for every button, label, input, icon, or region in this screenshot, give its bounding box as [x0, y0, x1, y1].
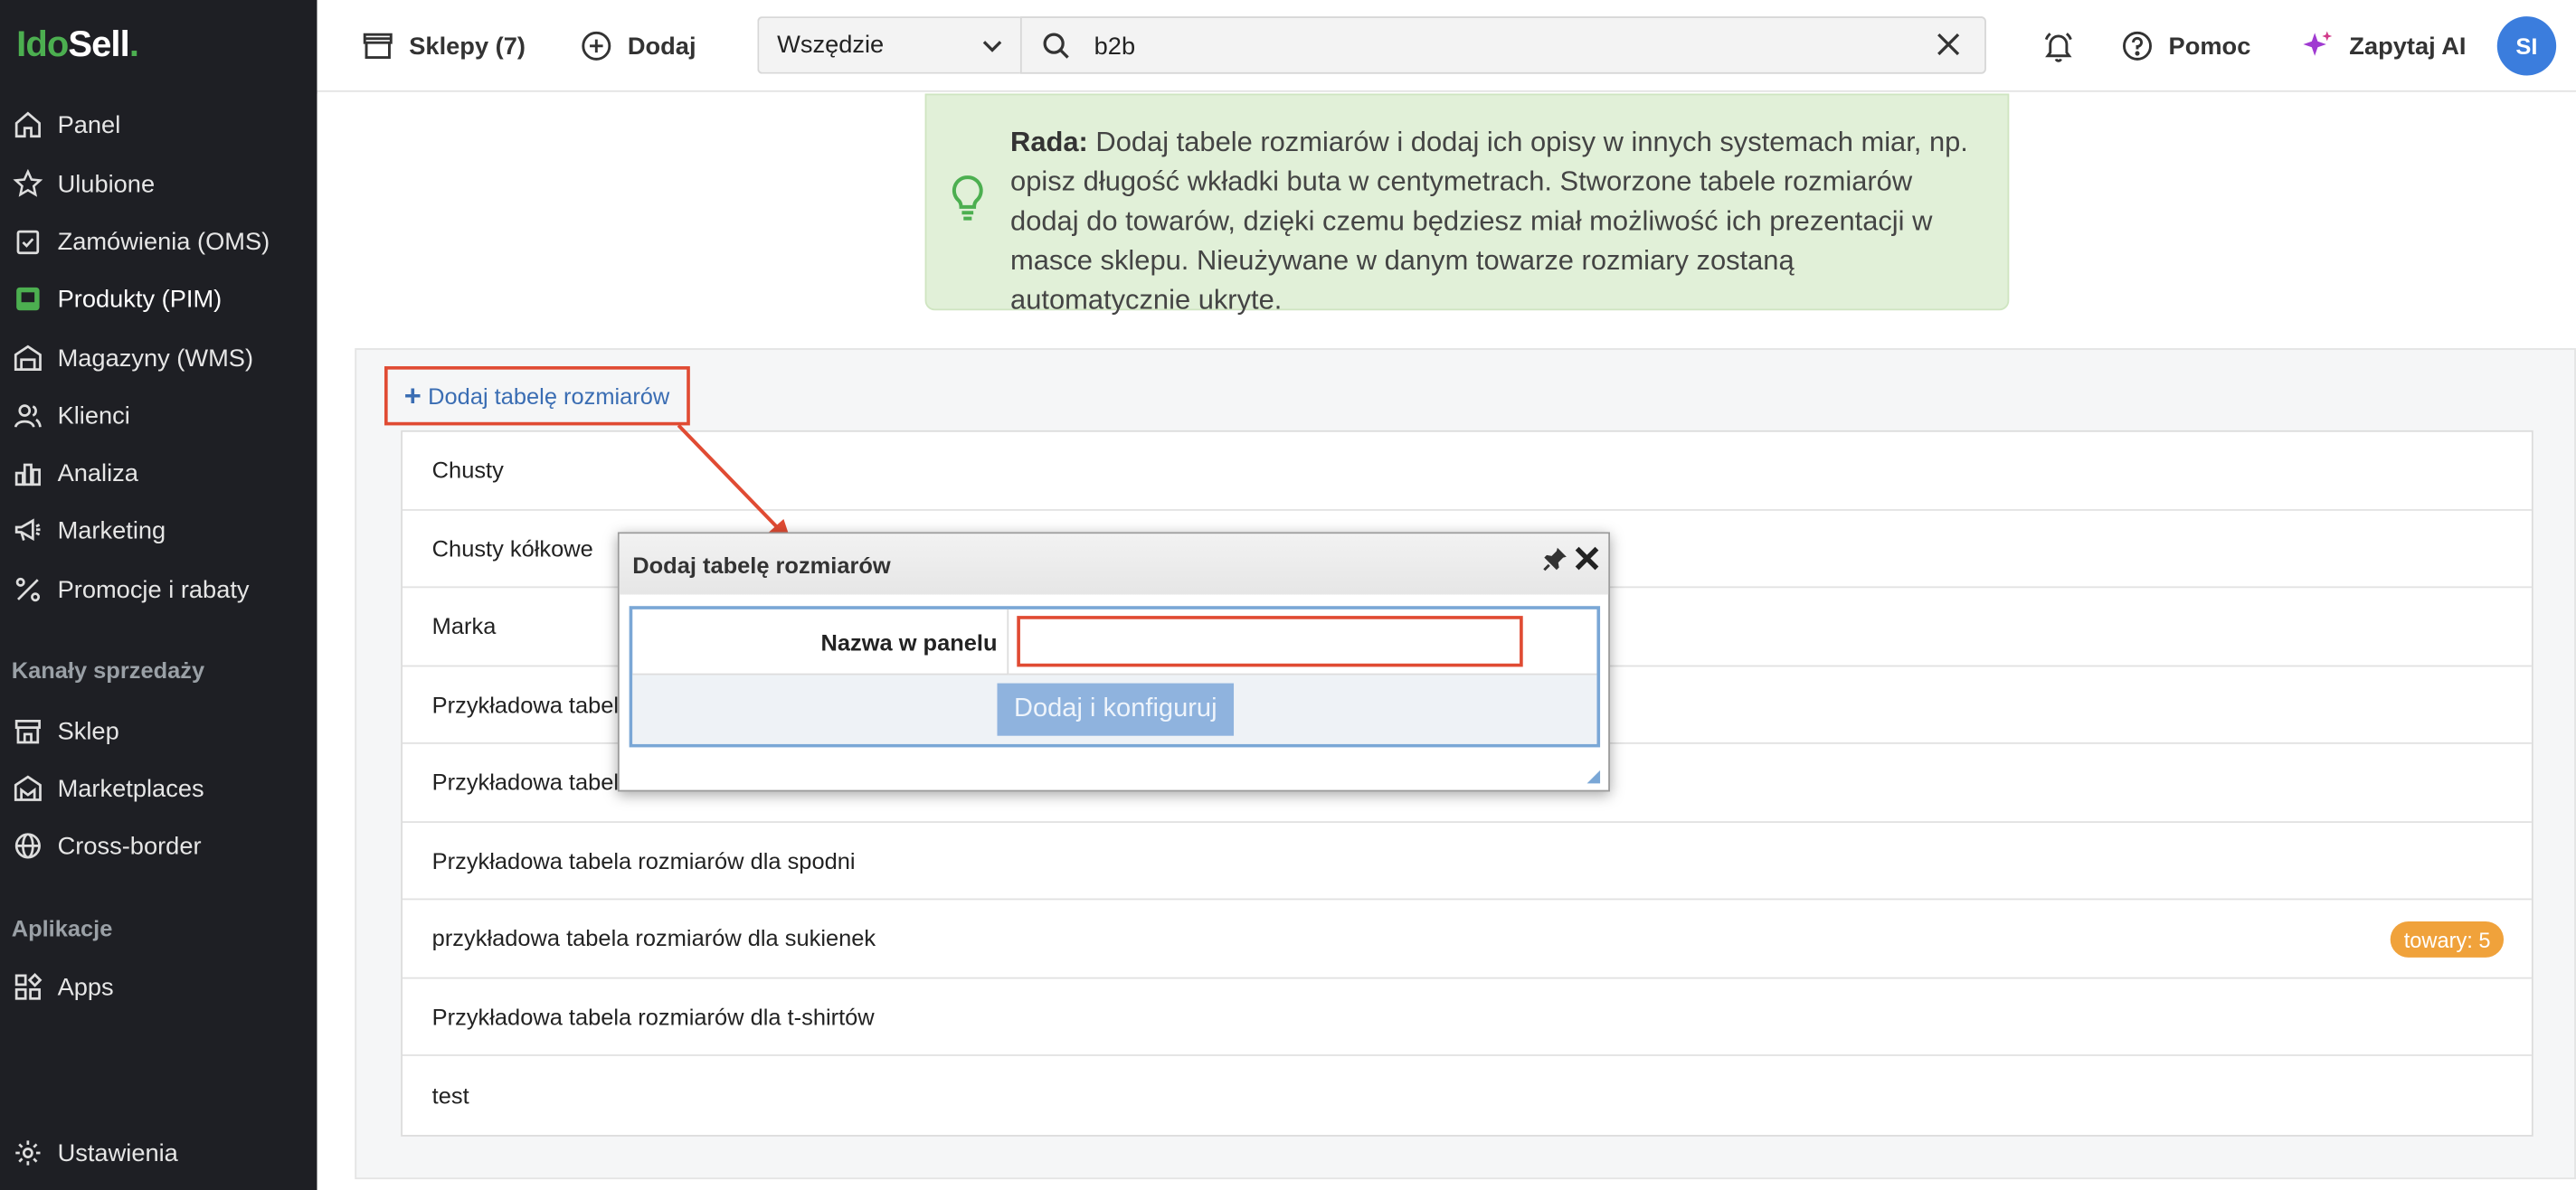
dialog-actions: Dodaj i konfiguruj [632, 675, 1597, 744]
resize-handle-icon[interactable] [1586, 769, 1602, 785]
add-and-configure-button[interactable]: Dodaj i konfiguruj [997, 683, 1235, 736]
dialog-title: Dodaj tabelę rozmiarów [632, 551, 891, 578]
panel-name-cell [1009, 609, 1597, 675]
pin-icon[interactable] [1543, 545, 1569, 571]
dialog-form: Nazwa w panelu Dodaj i konfiguruj [629, 606, 1601, 748]
panel-name-label: Nazwa w panelu [632, 609, 1009, 675]
dialog-header[interactable]: Dodaj tabelę rozmiarów [619, 534, 1609, 595]
add-size-table-dialog: Dodaj tabelę rozmiarów Nazwa w panelu Do… [617, 532, 1610, 792]
close-icon[interactable] [1572, 543, 1602, 573]
panel-name-input[interactable] [1017, 616, 1523, 667]
